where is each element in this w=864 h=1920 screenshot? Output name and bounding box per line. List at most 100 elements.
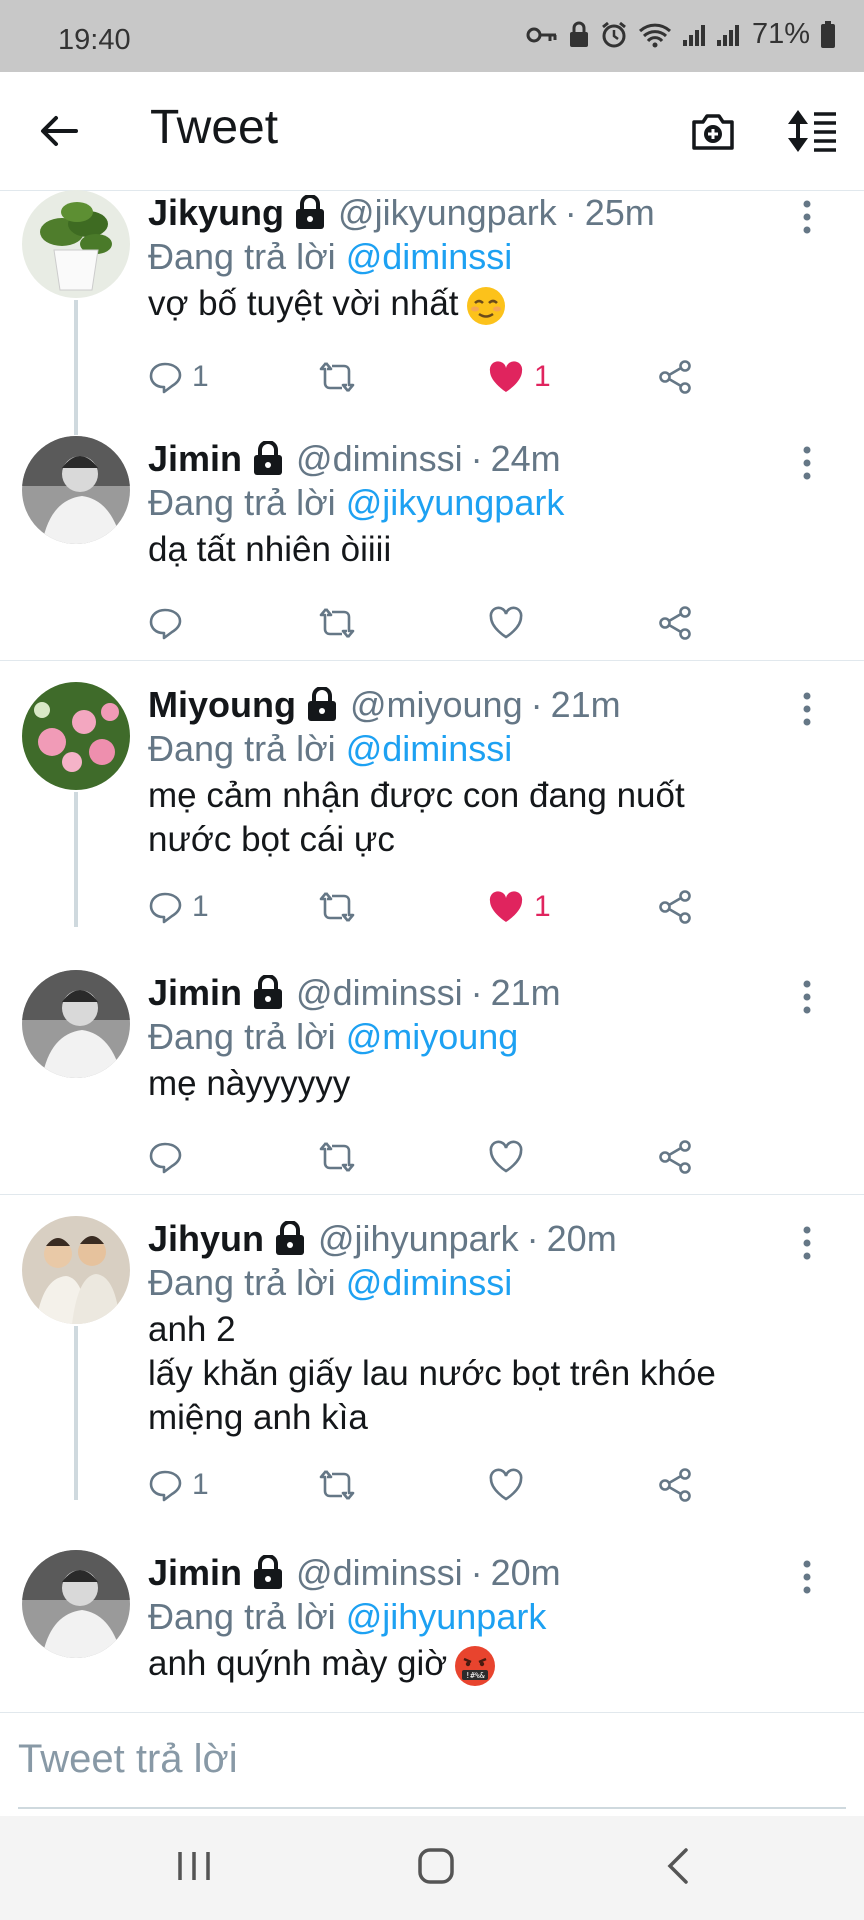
handle: @diminssi [296, 438, 463, 479]
conversation-divider [0, 1194, 864, 1195]
mention-link[interactable]: @diminssi [346, 236, 513, 277]
reply-count: 1 [192, 1468, 209, 1501]
tweet-text: mẹ cảm nhận được con đang nuốt nước bọt … [148, 774, 828, 862]
reply-input[interactable]: Tweet trả lời [18, 1737, 238, 1782]
battery-percent: 71% [751, 18, 810, 50]
display-name[interactable]: Miyoung [148, 684, 296, 726]
replying-to: Đang trả lời @jikyungpark [148, 482, 564, 524]
display-name[interactable]: Jimin [148, 972, 242, 1014]
timestamp: 25m [584, 192, 655, 233]
mention-link[interactable]: @jikyungpark [346, 482, 565, 523]
replying-to: Đang trả lời @diminssi [148, 236, 512, 278]
reply-button[interactable] [148, 606, 182, 640]
tweet-text-line: vợ bố tuyệt vời nhất [148, 284, 459, 323]
replying-to: Đang trả lời @jihyunpark [148, 1596, 546, 1638]
protected-lock-icon [254, 975, 283, 1009]
like-button[interactable] [488, 1468, 524, 1502]
replying-to-label: Đang trả lời [148, 482, 336, 523]
conversation-divider [0, 660, 864, 661]
signal-icon [682, 24, 705, 46]
retweet-button[interactable] [318, 890, 356, 924]
reply-input-underline [18, 1807, 846, 1809]
reply-button[interactable]: 1 [148, 360, 209, 394]
status-icons: 71% [526, 18, 836, 51]
more-options-icon[interactable] [795, 444, 819, 482]
like-button[interactable]: 1 [488, 360, 551, 394]
camera-add-icon[interactable] [690, 108, 736, 154]
tweet-header: Jimin @diminssi · 20m [148, 1552, 561, 1594]
avatar[interactable] [22, 436, 130, 544]
like-button[interactable] [488, 606, 524, 640]
more-options-icon[interactable] [795, 978, 819, 1016]
avatar[interactable] [22, 190, 130, 298]
display-name[interactable]: Jimin [148, 1552, 242, 1594]
tweet-text: mẹ nàyyyyyy [148, 1062, 828, 1106]
display-name[interactable]: Jimin [148, 438, 242, 480]
avatar[interactable] [22, 1216, 130, 1324]
reply-button[interactable] [148, 1140, 182, 1174]
share-button[interactable] [658, 1140, 692, 1174]
key-icon [526, 27, 557, 42]
more-options-icon[interactable] [795, 1558, 819, 1596]
share-button[interactable] [658, 890, 692, 924]
reply-icon [149, 1142, 182, 1174]
timestamp: 20m [490, 1552, 561, 1593]
share-icon [659, 360, 691, 394]
tweet-text-line: mẹ cảm nhận được con đang nuốt [148, 776, 685, 815]
timestamp: 20m [546, 1218, 617, 1259]
retweet-button[interactable] [318, 1140, 356, 1174]
reply-button[interactable]: 1 [148, 1468, 209, 1502]
avatar[interactable] [22, 1550, 130, 1658]
share-button[interactable] [658, 1468, 692, 1502]
retweet-icon [319, 1142, 355, 1172]
top-app-bar: Tweet [0, 72, 864, 191]
avatar[interactable] [22, 682, 130, 790]
retweet-button[interactable] [318, 360, 356, 394]
share-button[interactable] [658, 606, 692, 640]
reply-composer[interactable]: Tweet trả lời [0, 1712, 864, 1811]
like-button[interactable]: 1 [488, 890, 551, 924]
protected-lock-icon [276, 1221, 305, 1255]
reply-button[interactable]: 1 [148, 890, 209, 924]
system-nav-bar [0, 1816, 864, 1920]
display-name[interactable]: Jihyun [148, 1218, 264, 1260]
more-options-icon[interactable] [795, 690, 819, 728]
tweet-text-line: lấy khăn giấy lau nước bọt trên khóe [148, 1354, 716, 1393]
tweet-text: anh 2 lấy khăn giấy lau nước bọt trên kh… [148, 1308, 828, 1440]
tweet-text-line: mẹ nàyyyyyy [148, 1064, 351, 1103]
back-arrow-icon[interactable] [36, 108, 82, 154]
protected-lock-icon [254, 1555, 283, 1589]
more-options-icon[interactable] [795, 1224, 819, 1262]
retweet-button[interactable] [318, 1468, 356, 1502]
thread-line [74, 1326, 78, 1500]
tweet-text: dạ tất nhiên òiiii [148, 528, 828, 572]
tweet-header: Jikyung @jikyungpark · 25m [148, 192, 655, 234]
display-name[interactable]: Jikyung [148, 192, 284, 234]
tweet-text-line: dạ tất nhiên òiiii [148, 530, 392, 569]
tweet-text: anh quýnh mày giờ !#%& [148, 1642, 828, 1688]
replying-to-label: Đang trả lời [148, 1596, 336, 1637]
tweet-text-line: nước bọt cái ực [148, 820, 395, 859]
mention-link[interactable]: @diminssi [346, 1262, 513, 1303]
lock-notification-icon [569, 21, 588, 47]
home-icon[interactable] [416, 1846, 456, 1886]
tweet-text-line: miệng anh kìa [148, 1398, 368, 1437]
protected-lock-icon [307, 687, 336, 721]
mention-link[interactable]: @diminssi [346, 728, 513, 769]
sort-icon[interactable] [786, 108, 838, 154]
system-back-icon[interactable] [664, 1846, 692, 1886]
tweet-header: Jihyun @jihyunpark · 20m [148, 1218, 617, 1260]
tweet-actions [148, 1140, 708, 1180]
more-options-icon[interactable] [795, 198, 819, 236]
reply-count: 1 [192, 890, 209, 923]
recent-apps-icon[interactable] [176, 1846, 212, 1886]
retweet-icon [319, 1470, 355, 1500]
separator-dot: · [530, 684, 543, 725]
retweet-button[interactable] [318, 606, 356, 640]
like-button[interactable] [488, 1140, 524, 1174]
share-button[interactable] [658, 360, 692, 394]
avatar[interactable] [22, 970, 130, 1078]
heart-filled-icon [489, 361, 523, 392]
mention-link[interactable]: @miyoung [346, 1016, 519, 1057]
mention-link[interactable]: @jihyunpark [346, 1596, 547, 1637]
